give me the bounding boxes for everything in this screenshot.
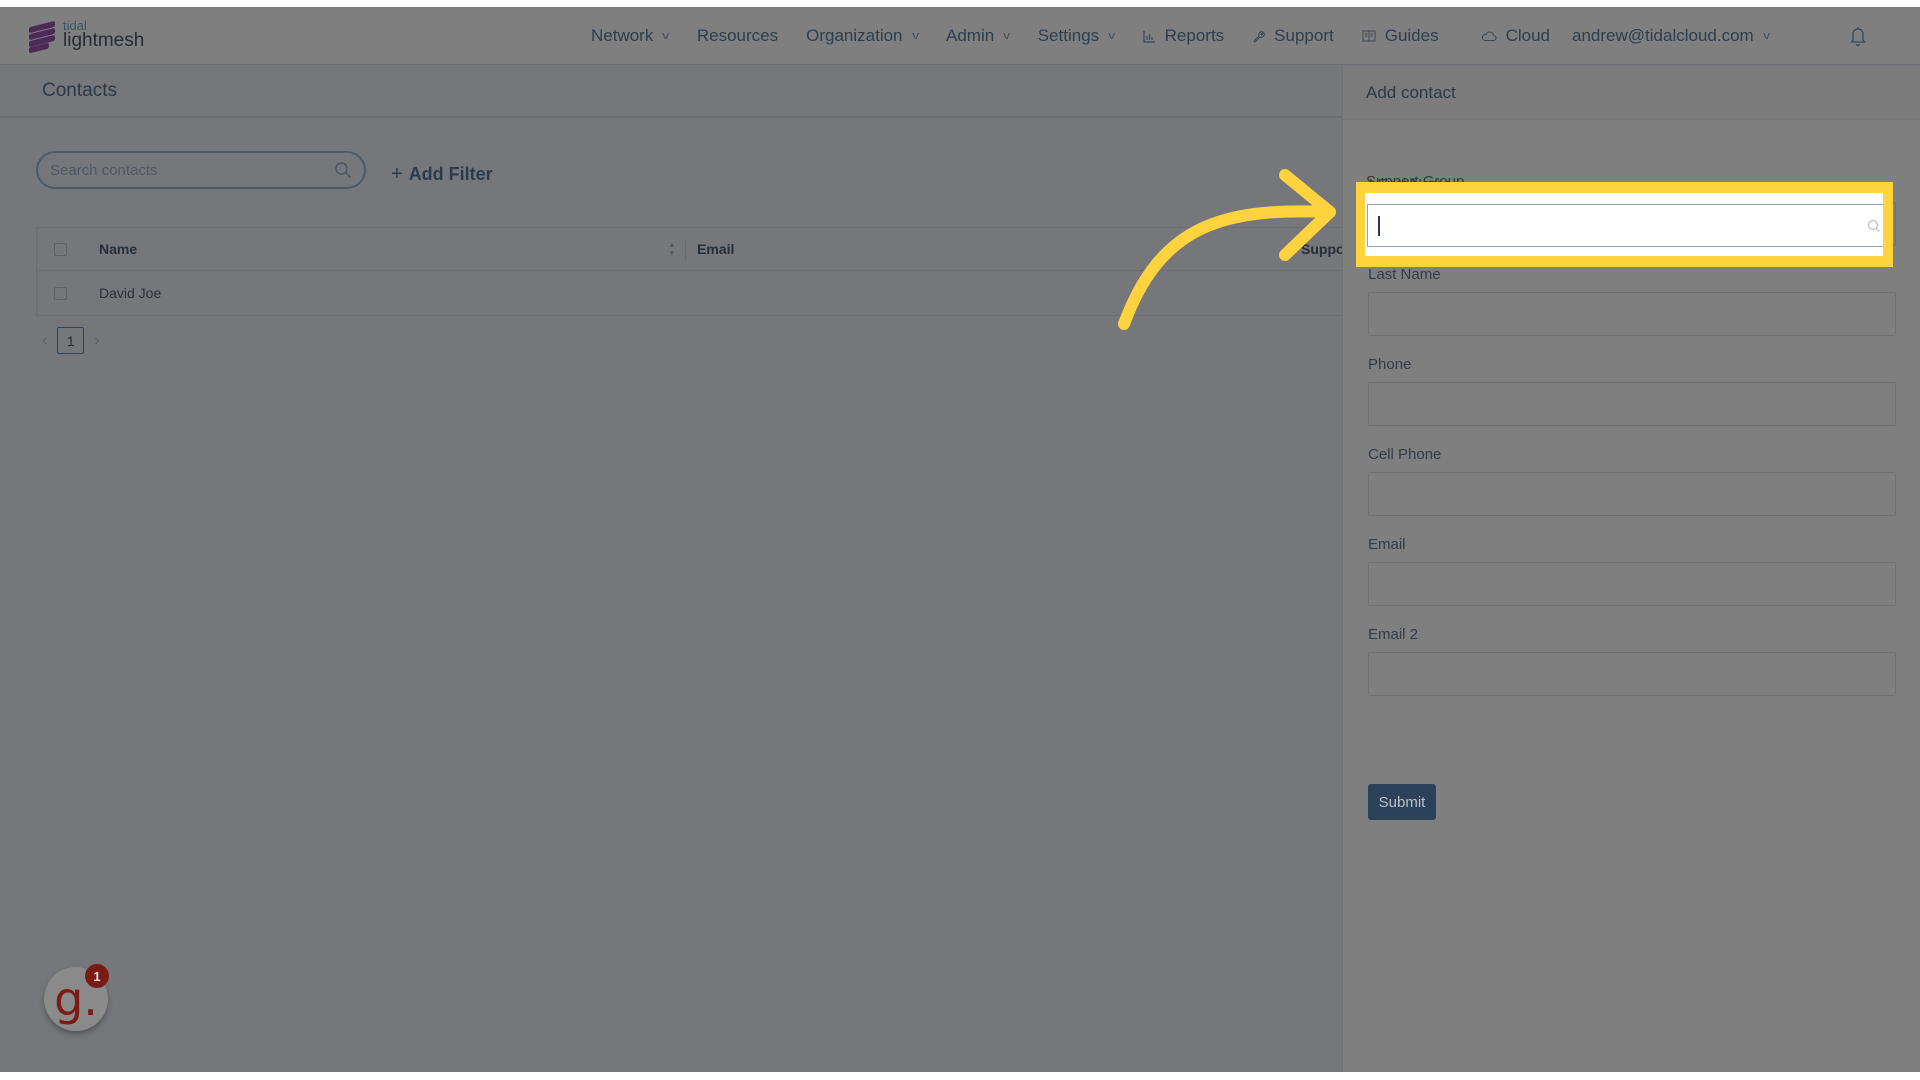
cell-phone-input[interactable] (1368, 472, 1896, 516)
notification-badge: 1 (85, 964, 109, 988)
tutorial-highlight-box (1356, 182, 1893, 267)
support-group-search-input[interactable] (1367, 204, 1883, 247)
page-title: Contacts (42, 80, 117, 101)
search-contacts[interactable] (36, 151, 366, 189)
nav-admin-label: Admin (946, 26, 995, 45)
nav-reports[interactable]: Reports (1143, 26, 1225, 46)
email-input[interactable] (1368, 562, 1896, 606)
nav-admin[interactable]: Admin v (946, 26, 1011, 46)
nav-support[interactable]: Support (1252, 26, 1334, 46)
nav-guides[interactable]: Guides (1362, 26, 1439, 46)
chevron-down-icon: v (662, 30, 670, 42)
lightmesh-logo-icon (29, 20, 55, 53)
pagination: ‹ 1 › (42, 327, 100, 354)
phone-input[interactable] (1368, 382, 1896, 426)
cell-name: David Joe (99, 285, 162, 301)
chevron-down-icon: v (1762, 30, 1771, 42)
nav-resources-label: Resources (696, 26, 779, 45)
nav-network[interactable]: Network v (591, 26, 670, 46)
search-icon (1867, 219, 1880, 232)
search-input[interactable] (50, 161, 334, 179)
phone-label: Phone (1368, 356, 1412, 373)
chart-icon (1143, 30, 1155, 43)
cell-phone-label: Cell Phone (1368, 446, 1442, 463)
page-header: Contacts (0, 66, 1342, 118)
brand-logo[interactable]: tidal lightmesh (29, 19, 145, 53)
nav-settings-label: Settings (1037, 26, 1100, 45)
page-number-current[interactable]: 1 (57, 327, 85, 354)
nav-cloud-label: Cloud (1505, 26, 1551, 45)
text-caret (1378, 215, 1380, 236)
field-email-2: Email 2 (1368, 626, 1896, 696)
prev-page-icon[interactable]: ‹ (42, 332, 47, 350)
main-nav: Network v Resources Organization v Admin… (591, 7, 1797, 65)
app-window: tidal lightmesh Network v Resources Orga… (0, 7, 1920, 1072)
nav-network-label: Network (591, 26, 654, 45)
top-navbar: tidal lightmesh Network v Resources Orga… (0, 7, 1920, 65)
wrench-icon (1253, 30, 1265, 43)
field-last-name: Last Name (1368, 266, 1896, 336)
user-menu[interactable]: andrew@tidalcloud.com v (1572, 26, 1771, 46)
last-name-input[interactable] (1368, 292, 1896, 336)
field-cell-phone: Cell Phone (1368, 446, 1896, 516)
cloud-icon (1481, 31, 1497, 41)
field-email: Email (1368, 536, 1896, 606)
chevron-down-icon: v (911, 30, 919, 42)
chevron-down-icon: v (1108, 30, 1116, 42)
email-label: Email (1368, 536, 1406, 553)
plus-icon: + (391, 163, 403, 185)
column-divider (685, 240, 686, 260)
search-icon[interactable] (334, 161, 352, 179)
nav-organization[interactable]: Organization v (806, 26, 919, 46)
book-icon (1362, 30, 1376, 42)
submit-button[interactable]: Submit (1368, 784, 1436, 820)
nav-resources[interactable]: Resources (697, 26, 778, 46)
nav-organization-label: Organization (806, 26, 903, 45)
nav-reports-label: Reports (1164, 26, 1225, 45)
column-header-email[interactable]: Email (697, 241, 734, 257)
user-email: andrew@tidalcloud.com (1572, 26, 1754, 45)
bell-icon[interactable] (1849, 25, 1867, 47)
select-all-checkbox[interactable] (54, 242, 67, 256)
next-page-icon[interactable]: › (94, 332, 99, 350)
sort-icon[interactable]: ▲ ▼ (667, 242, 677, 258)
nav-settings[interactable]: Settings v (1037, 26, 1116, 46)
tutorial-arrow-icon (1118, 169, 1336, 330)
add-filter-button[interactable]: + Add Filter (391, 163, 493, 186)
nav-cloud[interactable]: Cloud (1481, 26, 1550, 46)
field-phone: Phone (1368, 356, 1896, 426)
email-2-input[interactable] (1368, 652, 1896, 696)
row-checkbox[interactable] (54, 286, 67, 300)
nav-support-label: Support (1274, 26, 1334, 45)
panel-title: Add contact (1366, 83, 1456, 102)
nav-guides-label: Guides (1384, 26, 1439, 45)
add-filter-label: Add Filter (408, 164, 493, 184)
panel-header: Add contact (1343, 66, 1920, 120)
brand-name: lightmesh (63, 30, 145, 51)
email-2-label: Email 2 (1368, 626, 1419, 643)
chevron-down-icon: v (1003, 30, 1011, 42)
column-header-name[interactable]: Name (99, 241, 659, 257)
last-name-label: Last Name (1368, 266, 1441, 283)
